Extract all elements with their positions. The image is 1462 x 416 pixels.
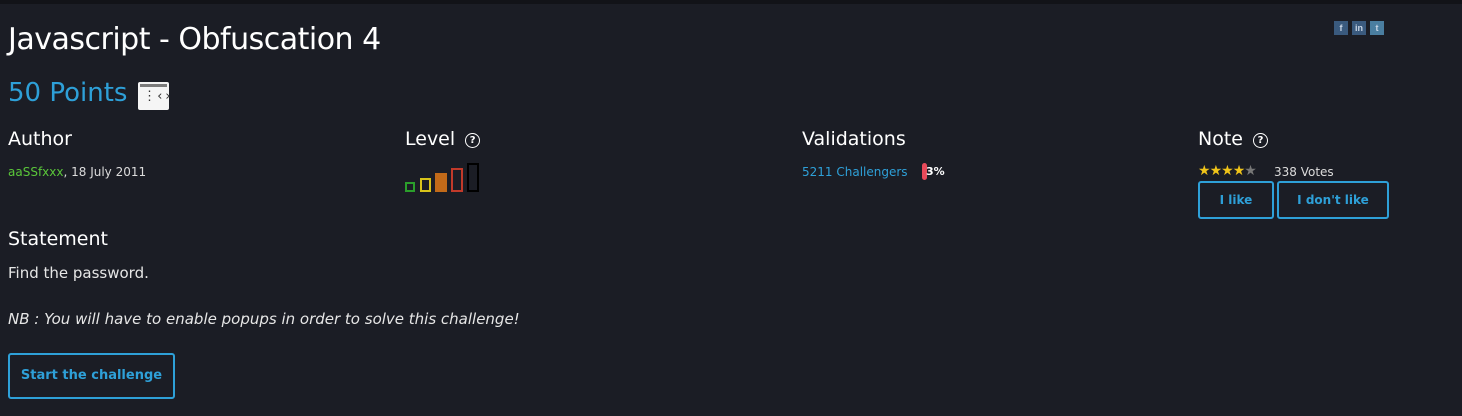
top-bar	[0, 0, 1462, 4]
linkedin-icon[interactable]: in	[1352, 21, 1366, 35]
author-link[interactable]: aaSSfxxx	[8, 165, 63, 179]
code-window-icon[interactable]: ⋮‹›	[138, 82, 172, 110]
level-heading: Level	[405, 128, 456, 150]
author-date: , 18 July 2011	[63, 165, 147, 179]
votes-count: 338 Votes	[1274, 165, 1334, 179]
level-bar-4[interactable]	[451, 168, 463, 192]
like-button[interactable]: I like	[1198, 181, 1274, 219]
validations-heading: Validations	[802, 128, 906, 150]
twitter-icon[interactable]: t	[1370, 21, 1384, 35]
difficulty-level-indicator	[405, 162, 485, 192]
start-challenge-button[interactable]: Start the challenge	[8, 353, 175, 399]
page-title: Javascript - Obfuscation 4	[8, 22, 381, 57]
validation-percent-text: 3%	[926, 165, 945, 178]
star-icon: ★	[1221, 163, 1234, 179]
statement-heading: Statement	[8, 228, 108, 250]
dislike-button[interactable]: I don't like	[1277, 181, 1389, 219]
level-bar-2[interactable]	[420, 178, 431, 192]
validation-percent: 3%	[922, 163, 946, 180]
note-heading: Note	[1198, 128, 1243, 150]
level-bar-1[interactable]	[405, 182, 415, 192]
share-links: f in t	[1334, 21, 1384, 35]
facebook-icon[interactable]: f	[1334, 21, 1348, 35]
validations-info: 5211 Challengers	[802, 165, 908, 179]
author-info: aaSSfxxx, 18 July 2011	[8, 165, 146, 179]
star-empty-icon: ★	[1244, 163, 1257, 179]
challengers-link[interactable]: 5211 Challengers	[802, 165, 908, 179]
star-icon: ★	[1232, 163, 1246, 179]
star-icon: ★	[1198, 163, 1211, 179]
window-titlebar	[140, 84, 167, 87]
star-icon: ★	[1209, 163, 1223, 179]
help-icon[interactable]: ?	[465, 133, 481, 148]
statement-text: Find the password.	[8, 264, 149, 282]
note-header: Note?	[1198, 128, 1268, 150]
level-bar-3[interactable]	[435, 173, 447, 192]
challenge-points: 50 Points	[8, 78, 128, 108]
author-heading: Author	[8, 128, 72, 150]
code-brackets-glyph: ⋮‹›	[143, 89, 172, 104]
statement-note: NB : You will have to enable popups in o…	[8, 310, 520, 328]
level-bar-5[interactable]	[467, 163, 479, 192]
level-header: Level?	[405, 128, 481, 150]
rating-stars: ★★★★★	[1198, 163, 1257, 179]
help-icon[interactable]: ?	[1252, 133, 1268, 148]
